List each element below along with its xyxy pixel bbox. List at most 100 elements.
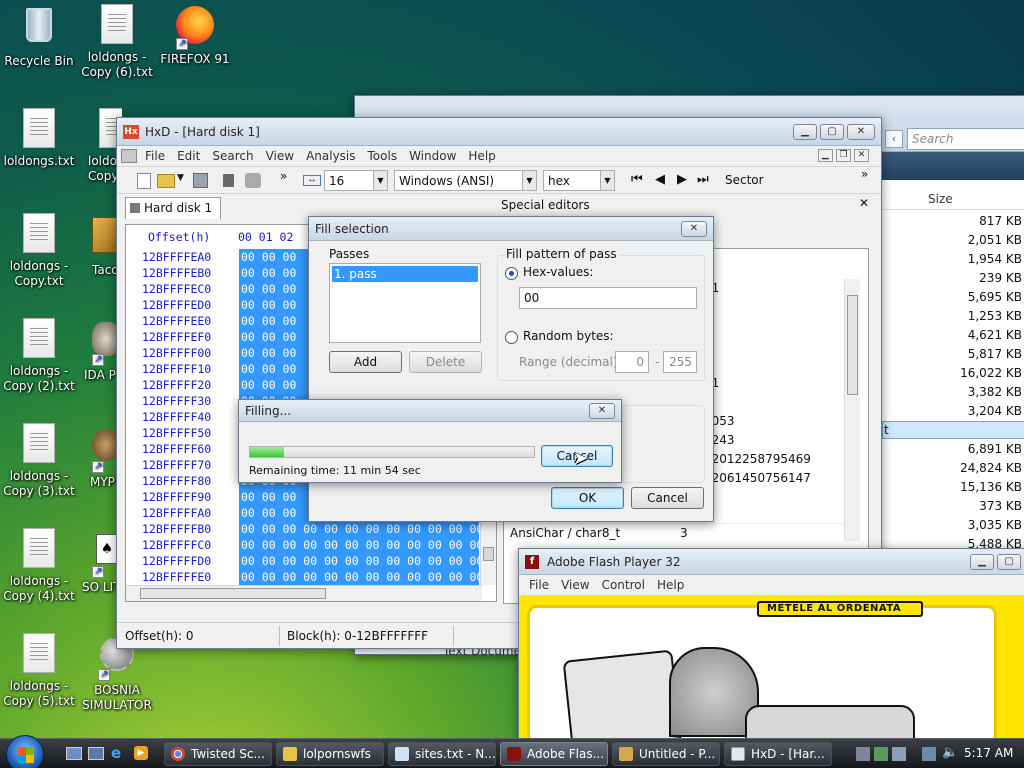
new-file-icon[interactable]: [137, 173, 151, 189]
ram-icon[interactable]: [245, 173, 261, 188]
horizontal-scrollbar[interactable]: [126, 585, 482, 601]
inspector-scrollbar[interactable]: [844, 279, 860, 541]
pass-item[interactable]: 1. pass: [332, 266, 478, 282]
hex-row-bytes[interactable]: 00 00 00: [239, 377, 309, 393]
inspector-scroll-thumb[interactable]: [847, 295, 858, 395]
flash-stage[interactable]: METELE AL ORDENATA: [519, 595, 1024, 743]
menu-analysis[interactable]: Analysis: [300, 149, 361, 163]
menu-window[interactable]: Window: [403, 149, 462, 163]
hex-row-bytes[interactable]: 00 00 00: [239, 329, 309, 345]
hex-row-bytes[interactable]: 00 00 00: [239, 313, 309, 329]
delete-pass-button[interactable]: Delete: [409, 351, 482, 373]
media-player-icon[interactable]: ▶: [134, 746, 148, 760]
ie-icon[interactable]: e: [111, 745, 127, 761]
toolbar-overflow-icon[interactable]: »: [861, 167, 868, 181]
hex-row-bytes[interactable]: 00 00 00: [239, 489, 309, 505]
desktop-icon-loldongs-copy-5[interactable]: loldongs - Copy (5).txt: [0, 633, 78, 709]
save-icon[interactable]: [193, 173, 208, 188]
charset-select[interactable]: Windows (ANSI) ▼: [394, 170, 537, 191]
start-button[interactable]: [6, 735, 44, 768]
desktop-icon-loldongs-copy-4[interactable]: loldongs - Copy (4).txt: [0, 528, 78, 604]
inspector-value[interactable]: 62012258795469: [704, 450, 811, 469]
mdi-close-button[interactable]: ✕: [854, 149, 869, 162]
range-min-input[interactable]: 0: [615, 351, 649, 373]
close-button[interactable]: ✕: [847, 123, 875, 140]
flash-menu-view[interactable]: View: [555, 578, 595, 592]
open-folder-icon[interactable]: [157, 174, 175, 188]
menu-view[interactable]: View: [260, 149, 300, 163]
hex-row-bytes[interactable]: 00 00 00 00 00 00 00 00 00 00 00 00 00: [239, 569, 496, 585]
minimize-button[interactable]: ▁: [793, 123, 817, 140]
taskbar-item-sites[interactable]: sites.txt - N...: [388, 742, 496, 766]
hex-row-bytes[interactable]: 00 00 00: [239, 249, 309, 265]
volume-icon[interactable]: 🔈: [942, 745, 958, 760]
taskbar-item-flash[interactable]: Adobe Flas...: [500, 742, 608, 766]
last-sector-icon[interactable]: ⏭: [697, 172, 709, 187]
network-icon[interactable]: [922, 747, 936, 761]
desktop-icon-loldongs-copy-6[interactable]: loldongs - Copy (6).txt: [78, 4, 156, 80]
desktop-icon-loldongs-copy[interactable]: loldongs - Copy.txt: [0, 213, 78, 289]
prev-sector-icon[interactable]: ◀: [655, 172, 665, 187]
tray-icon-3[interactable]: [892, 747, 906, 761]
flash-menu-file[interactable]: File: [523, 578, 555, 592]
next-sector-icon[interactable]: ▶: [677, 172, 687, 187]
dropdown-arrow-icon[interactable]: ▼: [177, 173, 184, 183]
hex-values-radio[interactable]: [505, 267, 518, 280]
flash-minimize-button[interactable]: ▁: [970, 553, 994, 570]
taskbar-item-lolpornswfs[interactable]: lolpornswfs: [276, 742, 384, 766]
cancel-button[interactable]: Cancel: [631, 487, 704, 509]
hex-row-bytes[interactable]: 00 00 00: [239, 345, 309, 361]
passes-list[interactable]: 1. pass: [329, 263, 481, 343]
mdi-restore-button[interactable]: ❐: [836, 149, 851, 162]
tray-icon-2[interactable]: [874, 747, 888, 761]
hex-row-bytes[interactable]: 00 00 00 00 00 00 00 00 00 00 00 00 00: [239, 521, 496, 537]
mdi-minimize-button[interactable]: ▁: [818, 149, 833, 162]
desktop-icon-loldongs[interactable]: loldongs.txt: [0, 108, 78, 169]
fill-dialog-close-button[interactable]: ✕: [681, 220, 707, 237]
desktop-icon-loldongs-copy-2[interactable]: loldongs - Copy (2).txt: [0, 318, 78, 394]
flash-menu-help[interactable]: Help: [651, 578, 690, 592]
taskbar-item-paint[interactable]: Untitled - P...: [612, 742, 720, 766]
menu-search[interactable]: Search: [206, 149, 259, 163]
ansichar-row[interactable]: AnsiChar / char8_t 3: [504, 523, 844, 541]
tray-icon-1[interactable]: [856, 747, 870, 761]
first-sector-icon[interactable]: ⏮: [631, 172, 643, 187]
tab-hard-disk-1[interactable]: Hard disk 1: [125, 197, 221, 219]
maximize-button[interactable]: ▢: [820, 123, 844, 140]
hex-row-bytes[interactable]: 00 00 00: [239, 297, 309, 313]
hex-row-bytes[interactable]: 00 00 00: [239, 281, 309, 297]
flash-maximize-button[interactable]: ▢: [997, 553, 1021, 570]
hex-row-bytes[interactable]: 00 00 00: [239, 265, 309, 281]
clock[interactable]: 5:17 AM: [964, 746, 1013, 760]
hex-row-bytes[interactable]: 00 00 00: [239, 505, 309, 521]
flash-menu-control[interactable]: Control: [596, 578, 651, 592]
back-arrow-icon[interactable]: ‹: [885, 130, 903, 148]
hex-row-bytes[interactable]: 00 00 00 00 00 00 00 00 00 00 00 00 00: [239, 537, 496, 553]
special-editors-close-icon[interactable]: ✕: [859, 196, 869, 210]
filling-close-button[interactable]: ✕: [589, 402, 615, 419]
hex-row-bytes[interactable]: 00 00 00: [239, 361, 309, 377]
menu-help[interactable]: Help: [462, 149, 501, 163]
ok-button[interactable]: OK: [551, 487, 624, 509]
toolbar-overflow-icon[interactable]: »: [280, 169, 287, 183]
stop-icon[interactable]: [223, 174, 234, 187]
inspector-value[interactable]: 82061450756147: [704, 469, 811, 488]
taskbar-item-twisted[interactable]: Twisted Sc...: [164, 742, 272, 766]
switch-windows-icon[interactable]: [88, 747, 104, 760]
display-mode-select[interactable]: hex ▼: [543, 170, 615, 191]
show-desktop-icon[interactable]: [66, 747, 82, 760]
bytes-per-row-select[interactable]: 16 ▼: [324, 170, 388, 191]
random-bytes-radio[interactable]: [505, 331, 518, 344]
scrollbar-thumb[interactable]: [483, 547, 494, 561]
add-pass-button[interactable]: Add: [329, 351, 402, 373]
menu-tools[interactable]: Tools: [362, 149, 404, 163]
hex-values-input[interactable]: 00: [519, 287, 697, 309]
desktop-icon-recycle-bin[interactable]: Recycle Bin: [0, 4, 78, 69]
menu-file[interactable]: File: [139, 149, 171, 163]
selected-file-row[interactable]: t: [882, 421, 1024, 439]
search-input[interactable]: Search: [907, 128, 1024, 150]
desktop-icon-loldongs-copy-3[interactable]: loldongs - Copy (3).txt: [0, 423, 78, 499]
h-scrollbar-thumb[interactable]: [140, 588, 326, 599]
menu-edit[interactable]: Edit: [171, 149, 206, 163]
desktop-icon-firefox[interactable]: FIREFOX 91: [156, 4, 234, 67]
